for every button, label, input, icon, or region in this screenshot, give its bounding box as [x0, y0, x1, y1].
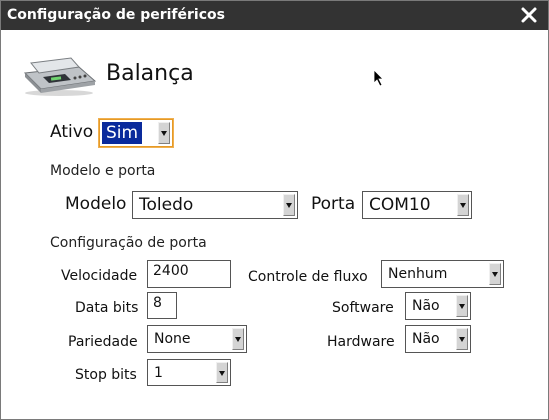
model-label: Modelo	[65, 194, 127, 214]
peripheral-config-dialog: Configuração de periféricos Balança Ativ…	[0, 0, 549, 420]
chevron-down-icon[interactable]	[456, 295, 468, 317]
databits-field-value: 8	[153, 295, 162, 311]
parity-label: Pariedade	[68, 334, 138, 350]
chevron-down-icon[interactable]	[158, 122, 170, 144]
page-title: Balança	[106, 61, 194, 86]
port-label: Porta	[311, 194, 356, 214]
software-select[interactable]: Não	[405, 292, 471, 320]
speed-label: Velocidade	[61, 268, 138, 284]
software-select-value: Não	[412, 298, 440, 314]
hardware-select-value: Não	[412, 331, 440, 347]
stopbits-select[interactable]: 1	[147, 359, 231, 386]
chevron-down-icon[interactable]	[456, 328, 468, 350]
chevron-down-icon[interactable]	[283, 194, 295, 216]
parity-select-value: None	[154, 331, 191, 347]
window-title: Configuração de periféricos	[7, 7, 225, 23]
port-select[interactable]: COM10	[362, 191, 472, 219]
close-icon	[521, 7, 537, 23]
hardware-select[interactable]: Não	[405, 325, 471, 353]
active-select[interactable]: Sim	[99, 119, 173, 147]
active-select-value: Sim	[102, 122, 143, 144]
scale-icon	[23, 57, 97, 96]
databits-field[interactable]: 8	[147, 292, 177, 319]
chevron-down-icon[interactable]	[232, 328, 244, 350]
section-port-config: Configuração de porta	[50, 235, 207, 251]
close-button[interactable]	[518, 4, 540, 26]
chevron-down-icon[interactable]	[457, 194, 469, 216]
title-bar[interactable]: Configuração de periféricos	[1, 1, 548, 30]
databits-label: Data bits	[75, 300, 139, 316]
stopbits-label: Stop bits	[75, 367, 137, 383]
flow-control-select-value: Nenhum	[388, 266, 448, 282]
parity-select[interactable]: None	[147, 325, 247, 353]
software-label: Software	[332, 300, 394, 316]
chevron-down-icon[interactable]	[216, 362, 228, 383]
speed-field[interactable]: 2400	[147, 260, 231, 288]
section-model-port: Modelo e porta	[50, 163, 156, 179]
speed-field-value: 2400	[153, 263, 189, 279]
chevron-down-icon[interactable]	[489, 263, 501, 285]
flow-control-select[interactable]: Nenhum	[381, 260, 504, 288]
model-select[interactable]: Toledo	[132, 191, 298, 219]
hardware-label: Hardware	[327, 334, 395, 350]
active-label: Ativo	[50, 122, 94, 142]
port-select-value: COM10	[369, 195, 431, 215]
model-select-value: Toledo	[139, 195, 194, 215]
flow-control-label: Controle de fluxo	[248, 269, 368, 285]
stopbits-select-value: 1	[154, 364, 163, 381]
mouse-cursor-icon	[373, 69, 384, 87]
